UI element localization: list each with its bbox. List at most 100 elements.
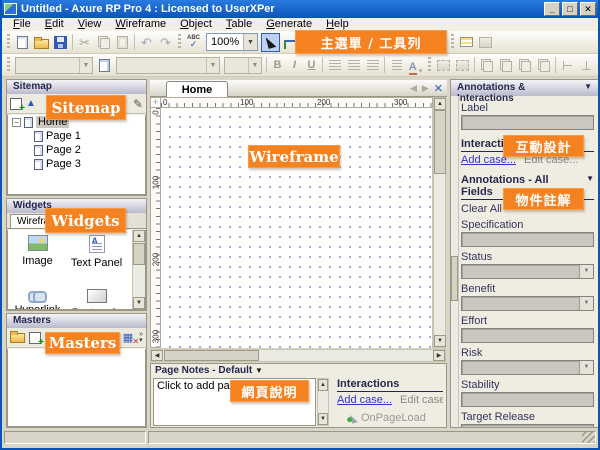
- status-select[interactable]: [461, 264, 594, 279]
- edit-page-icon[interactable]: ✎: [133, 98, 143, 110]
- scroll-thumb[interactable]: [451, 256, 458, 301]
- dropdown-icon[interactable]: ▼: [584, 82, 592, 96]
- dropdown-icon[interactable]: ▼: [255, 366, 263, 375]
- resize-grip[interactable]: [582, 431, 595, 443]
- spellcheck-icon[interactable]: ABC✓: [184, 33, 203, 52]
- annotations-scrollbar[interactable]: [451, 96, 459, 427]
- close-button[interactable]: ✕: [580, 2, 596, 16]
- add-case-link[interactable]: Add case...: [337, 394, 392, 406]
- open-master-icon[interactable]: [10, 333, 25, 343]
- menu-file[interactable]: File: [6, 18, 38, 31]
- copy-icon[interactable]: [94, 33, 113, 52]
- toolbar-grip[interactable]: [428, 57, 431, 73]
- add-page-icon[interactable]: [10, 98, 22, 110]
- scroll-up-icon[interactable]: ▲: [434, 98, 446, 110]
- insert-column-icon[interactable]: [476, 33, 495, 52]
- risk-select[interactable]: [461, 360, 594, 375]
- minimize-button[interactable]: _: [544, 2, 560, 16]
- effort-input[interactable]: [461, 328, 594, 343]
- panel-overflow-icon[interactable]: »▾: [139, 332, 143, 344]
- benefit-select[interactable]: [461, 296, 594, 311]
- stability-input[interactable]: [461, 392, 594, 407]
- scroll-down-icon[interactable]: ▼: [133, 297, 145, 309]
- menu-table[interactable]: Table: [219, 18, 259, 31]
- cut-icon[interactable]: ✂: [75, 33, 94, 52]
- rotate-right-icon[interactable]: ⊥: [577, 56, 596, 75]
- italic-icon[interactable]: I: [286, 57, 303, 74]
- toolbar-grip[interactable]: [7, 34, 10, 50]
- add-master-icon[interactable]: [29, 332, 41, 344]
- new-icon[interactable]: [13, 33, 32, 52]
- canvas-horizontal-scrollbar[interactable]: ◀ ▶: [150, 349, 446, 362]
- toolbar-grip[interactable]: [451, 34, 454, 50]
- bring-forward-icon[interactable]: [515, 56, 534, 75]
- expander-icon[interactable]: −: [12, 118, 21, 127]
- table-icon[interactable]: [457, 33, 476, 52]
- undo-icon[interactable]: ↶: [137, 33, 156, 52]
- toolbar-grip[interactable]: [178, 34, 181, 50]
- page-notes-scrollbar[interactable]: ▲ ▼: [317, 378, 329, 426]
- font-size-combo[interactable]: ▼: [224, 57, 262, 74]
- onpageload-event[interactable]: OnPageLoad: [351, 412, 443, 424]
- open-icon[interactable]: [32, 33, 51, 52]
- tree-item-page2[interactable]: Page 2: [8, 143, 145, 157]
- zoom-dropdown-icon[interactable]: ▼: [243, 34, 257, 50]
- target-release-input[interactable]: [461, 424, 594, 427]
- title-bar[interactable]: Untitled - Axure RP Pro 4 : Licensed to …: [2, 0, 598, 18]
- ungroup-icon[interactable]: [453, 56, 472, 75]
- zoom-select[interactable]: 100% ▼: [206, 33, 258, 51]
- send-back-icon[interactable]: [496, 56, 515, 75]
- tab-prev-icon[interactable]: ◀: [410, 83, 417, 94]
- tab-home[interactable]: Home: [166, 81, 228, 97]
- scroll-left-icon[interactable]: ◀: [151, 350, 163, 361]
- style-combo[interactable]: ▼: [15, 57, 93, 74]
- bullet-list-icon[interactable]: [387, 56, 406, 75]
- widget-text-panel[interactable]: A Text Panel: [67, 235, 126, 285]
- widgets-scrollbar[interactable]: ▲ ▼: [132, 230, 145, 309]
- widget-rectangle[interactable]: Rectangle: [67, 285, 126, 310]
- save-icon[interactable]: [51, 33, 70, 52]
- paste-icon[interactable]: [113, 33, 132, 52]
- canvas-vertical-scrollbar[interactable]: ▲ ▼: [433, 97, 446, 348]
- scroll-down-icon[interactable]: ▼: [318, 413, 328, 425]
- scroll-right-icon[interactable]: ▶: [433, 350, 445, 361]
- widget-image[interactable]: Image: [8, 235, 67, 285]
- bring-front-icon[interactable]: [477, 56, 496, 75]
- align-center-icon[interactable]: [344, 56, 363, 75]
- scroll-thumb[interactable]: [133, 243, 145, 265]
- toolbar-grip[interactable]: [7, 57, 10, 73]
- tree-item-page3[interactable]: Page 3: [8, 157, 145, 171]
- scroll-up-icon[interactable]: ▲: [133, 230, 145, 242]
- label-field-input[interactable]: [461, 115, 594, 130]
- widget-hyperlink[interactable]: Hyperlink: [8, 285, 67, 310]
- tree-item-page1[interactable]: Page 1: [8, 129, 145, 143]
- pointer-tool-icon[interactable]: [261, 33, 280, 52]
- menu-wireframe[interactable]: Wireframe: [108, 18, 173, 31]
- maximize-button[interactable]: □: [562, 2, 578, 16]
- apply-style-icon[interactable]: [95, 56, 114, 75]
- wireframe-canvas[interactable]: [161, 108, 433, 348]
- bold-icon[interactable]: B: [269, 57, 286, 74]
- tab-close-icon[interactable]: ✕: [434, 82, 443, 95]
- menu-object[interactable]: Object: [173, 18, 219, 31]
- align-left-icon[interactable]: [325, 56, 344, 75]
- scroll-up-icon[interactable]: ▲: [318, 379, 328, 391]
- scroll-thumb[interactable]: [164, 350, 259, 361]
- scroll-thumb[interactable]: [434, 110, 446, 174]
- menu-edit[interactable]: Edit: [38, 18, 71, 31]
- redo-icon[interactable]: ↷: [156, 33, 175, 52]
- dropdown-icon[interactable]: ▼: [586, 174, 594, 198]
- rotate-left-icon[interactable]: ⊢: [558, 56, 577, 75]
- font-color-icon[interactable]: A▾: [406, 56, 425, 75]
- menu-view[interactable]: View: [71, 18, 109, 31]
- delete-master-icon[interactable]: ▦: [123, 331, 133, 344]
- move-up-icon[interactable]: ▲: [26, 99, 36, 109]
- specification-input[interactable]: [461, 232, 594, 247]
- scroll-down-icon[interactable]: ▼: [434, 335, 446, 347]
- edit-case-link[interactable]: Edit case...: [400, 394, 443, 406]
- font-combo[interactable]: ▼: [116, 57, 220, 74]
- underline-icon[interactable]: U: [303, 57, 320, 74]
- align-right-icon[interactable]: [363, 56, 382, 75]
- page-notes-header[interactable]: Page Notes - Default ▼: [151, 364, 446, 377]
- group-icon[interactable]: [434, 56, 453, 75]
